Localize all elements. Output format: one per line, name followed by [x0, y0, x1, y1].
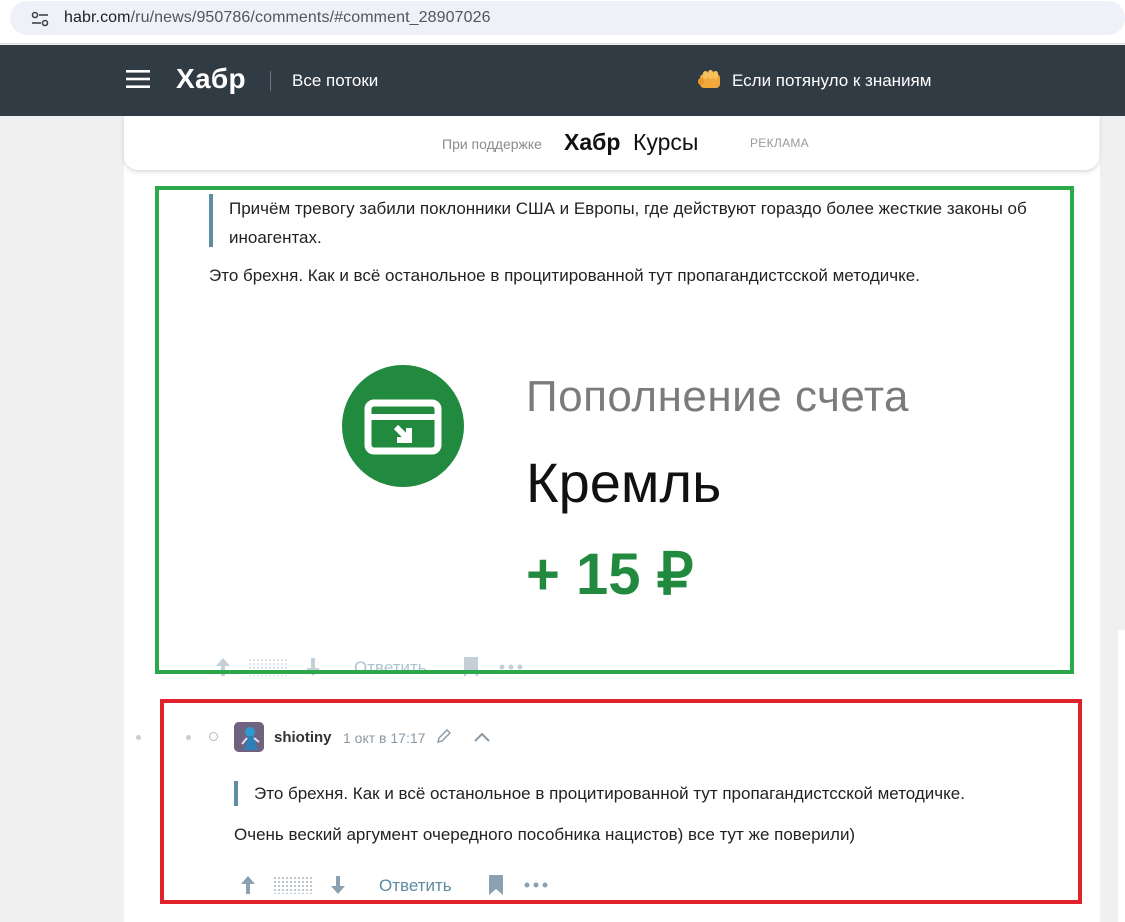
url-host: habr.com — [64, 9, 131, 26]
site-logo[interactable]: Хабр — [176, 63, 246, 95]
sponsor-label: При поддержке — [442, 136, 542, 152]
site-header: Хабр Все потоки Если потянуло к знаниям — [0, 45, 1125, 116]
promo-link[interactable]: Если потянуло к знаниям — [732, 71, 931, 91]
sponsor-brand-bold: Хабр — [564, 129, 621, 155]
browser-address-bar: habr.com/ru/news/950786/comments/#commen… — [0, 0, 1125, 44]
thread-dot — [136, 735, 141, 740]
fist-icon — [698, 70, 720, 88]
highlight-frame-red — [160, 699, 1082, 904]
scroll-strip — [1118, 630, 1125, 922]
ad-tag: РЕКЛАМА — [750, 136, 809, 150]
highlight-frame-green — [155, 186, 1074, 674]
url-path: /ru/news/950786/comments/#comment_289070… — [130, 9, 491, 26]
header-divider — [270, 71, 271, 91]
site-settings-icon[interactable] — [30, 9, 50, 29]
sponsor-brand-rest: Курсы — [633, 129, 699, 155]
menu-icon[interactable] — [126, 69, 150, 89]
url-field[interactable]: habr.com/ru/news/950786/comments/#commen… — [10, 1, 1125, 35]
sponsor-banner[interactable]: При поддержке Хабр Курсы РЕКЛАМА — [124, 116, 1099, 170]
url-text[interactable]: habr.com/ru/news/950786/comments/#commen… — [64, 9, 491, 27]
nav-all-flows[interactable]: Все потоки — [292, 71, 378, 91]
